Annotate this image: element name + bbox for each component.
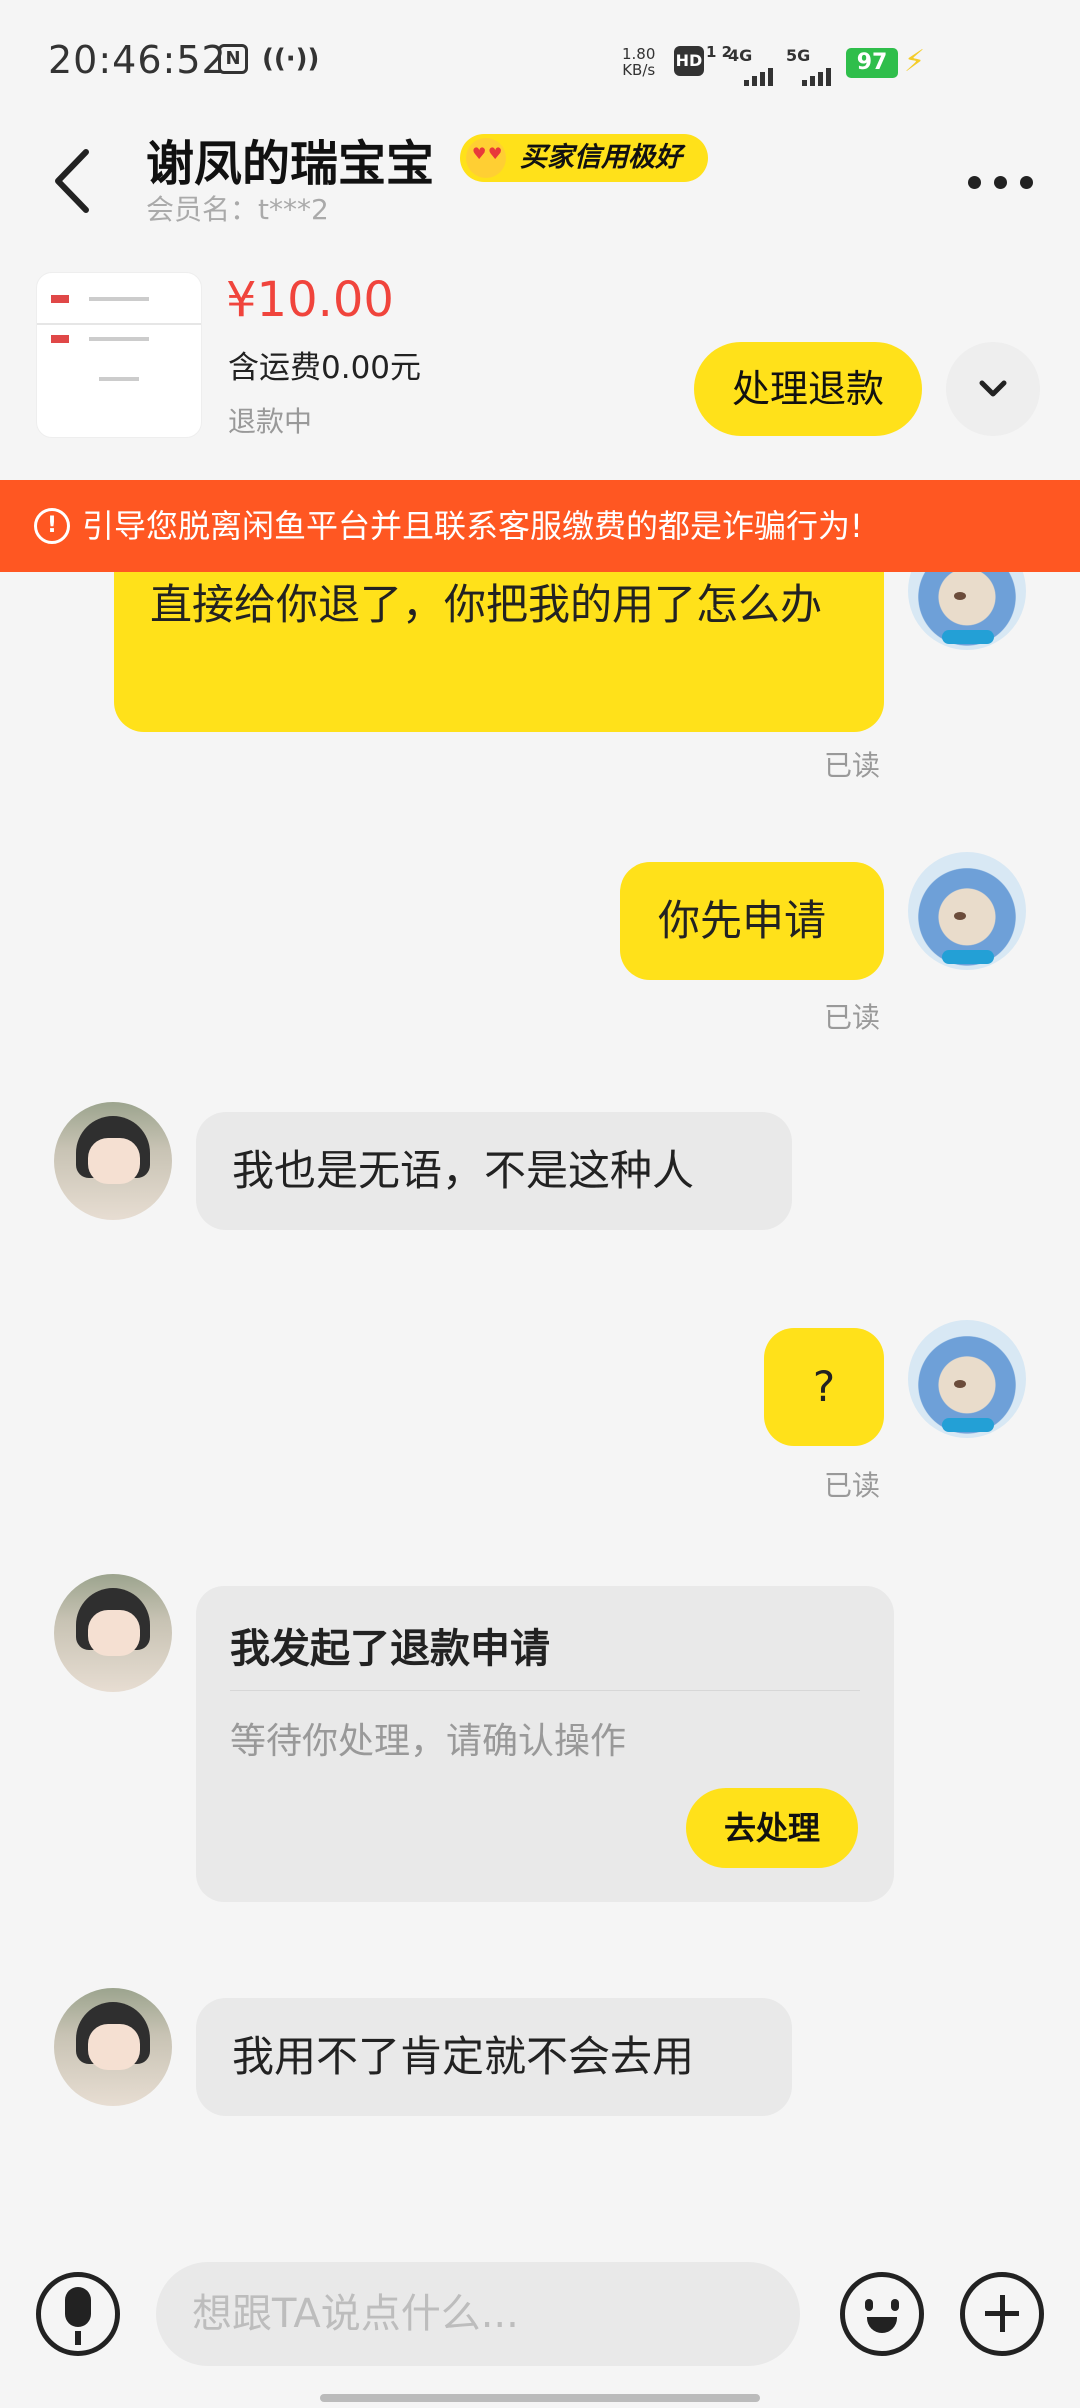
read-receipt: 已读 xyxy=(824,749,881,782)
chevron-left-icon xyxy=(55,149,89,213)
signal-5g-icon: 5G xyxy=(786,46,831,86)
emoji-button[interactable] xyxy=(840,2272,924,2356)
order-card[interactable]: ¥10.00 含运费0.00元 退款中 处理退款 xyxy=(0,250,1080,480)
my-avatar[interactable] xyxy=(908,852,1026,970)
more-actions-button[interactable] xyxy=(960,2272,1044,2356)
order-status: 退款中 xyxy=(228,405,313,438)
process-refund-button[interactable]: 处理退款 xyxy=(694,342,922,436)
signal-bars-icon xyxy=(786,66,846,86)
network-speed-unit: KB/s xyxy=(622,61,656,79)
divider xyxy=(230,1690,860,1691)
message-bubble-sent[interactable]: 你先申请 xyxy=(620,862,884,980)
chevron-down-icon xyxy=(979,380,1007,397)
message-text: ? xyxy=(812,1362,836,1411)
refund-card-title: 我发起了退款申请 xyxy=(230,1626,550,1672)
order-price: ¥10.00 xyxy=(226,272,394,328)
shipping-fee: 含运费0.00元 xyxy=(228,350,422,386)
network-speed: 1.80 KB/s xyxy=(622,46,655,78)
hd-voice-icon: HD xyxy=(674,46,704,76)
contact-avatar[interactable] xyxy=(54,1102,172,1220)
voice-input-button[interactable] xyxy=(36,2272,120,2356)
refund-card-description: 等待你处理，请确认操作 xyxy=(230,1721,627,1762)
signal-4g-icon: 4G xyxy=(728,46,773,86)
nfc-icon: N xyxy=(218,44,248,74)
back-button[interactable] xyxy=(46,146,102,216)
credit-badge[interactable]: 买家信用极好 xyxy=(460,134,708,182)
message-bubble-received[interactable]: 我用不了肯定就不会去用 xyxy=(196,1998,792,2116)
handle-refund-button[interactable]: 去处理 xyxy=(686,1788,858,1868)
message-text: 直接给你退了，你把我的用了怎么办 xyxy=(150,580,823,629)
signal-4g-label: 4G xyxy=(728,46,753,65)
expand-order-button[interactable] xyxy=(946,342,1040,436)
chat-title[interactable]: 谢凤的瑞宝宝 xyxy=(146,124,434,194)
message-text: 我用不了肯定就不会去用 xyxy=(232,2032,695,2081)
product-thumbnail[interactable] xyxy=(36,272,202,438)
network-speed-value: 1.80 xyxy=(622,45,656,63)
contact-avatar[interactable] xyxy=(54,1988,172,2106)
message-bubble-sent[interactable]: ? xyxy=(764,1328,884,1446)
status-time: 20:46:52 xyxy=(48,38,227,82)
message-list[interactable]: 直接给你退了，你把我的用了怎么办 已读 你先申请 已读 我也是无语，不是这种人 … xyxy=(0,572,1080,2192)
home-indicator[interactable] xyxy=(320,2394,760,2402)
signal-5g-label: 5G xyxy=(786,46,811,65)
charging-bolt-icon: ⚡ xyxy=(904,44,926,79)
input-bar xyxy=(0,2240,1080,2408)
member-name: 会员名：t***2 xyxy=(146,193,329,226)
my-avatar[interactable] xyxy=(908,572,1026,650)
contact-avatar[interactable] xyxy=(54,1574,172,1692)
message-text: 你先申请 xyxy=(658,896,827,945)
battery-icon: 97 xyxy=(846,48,898,78)
chat-header: 谢凤的瑞宝宝 买家信用极好 会员名：t***2 xyxy=(0,110,1080,240)
hotspot-icon: ((·)) xyxy=(262,44,320,74)
credit-badge-label: 买家信用极好 xyxy=(520,142,682,173)
more-options-button[interactable] xyxy=(966,170,1036,194)
warning-icon: ! xyxy=(34,508,70,544)
my-avatar[interactable] xyxy=(908,1320,1026,1438)
fraud-warning-text: 引导您脱离闲鱼平台并且联系客服缴费的都是诈骗行为! xyxy=(82,507,863,545)
message-input[interactable] xyxy=(156,2262,800,2366)
read-receipt: 已读 xyxy=(824,1001,881,1034)
heart-eyes-emoji-icon xyxy=(466,138,506,178)
read-receipt: 已读 xyxy=(824,1469,881,1502)
fraud-warning-banner: ! 引导您脱离闲鱼平台并且联系客服缴费的都是诈骗行为! xyxy=(0,480,1080,572)
signal-bars-icon xyxy=(728,66,788,86)
message-bubble-sent[interactable]: 直接给你退了，你把我的用了怎么办 xyxy=(114,572,884,732)
refund-request-card[interactable]: 我发起了退款申请 等待你处理，请确认操作 去处理 xyxy=(196,1586,894,1902)
message-bubble-received[interactable]: 我也是无语，不是这种人 xyxy=(196,1112,792,1230)
message-text: 我也是无语，不是这种人 xyxy=(232,1146,695,1195)
